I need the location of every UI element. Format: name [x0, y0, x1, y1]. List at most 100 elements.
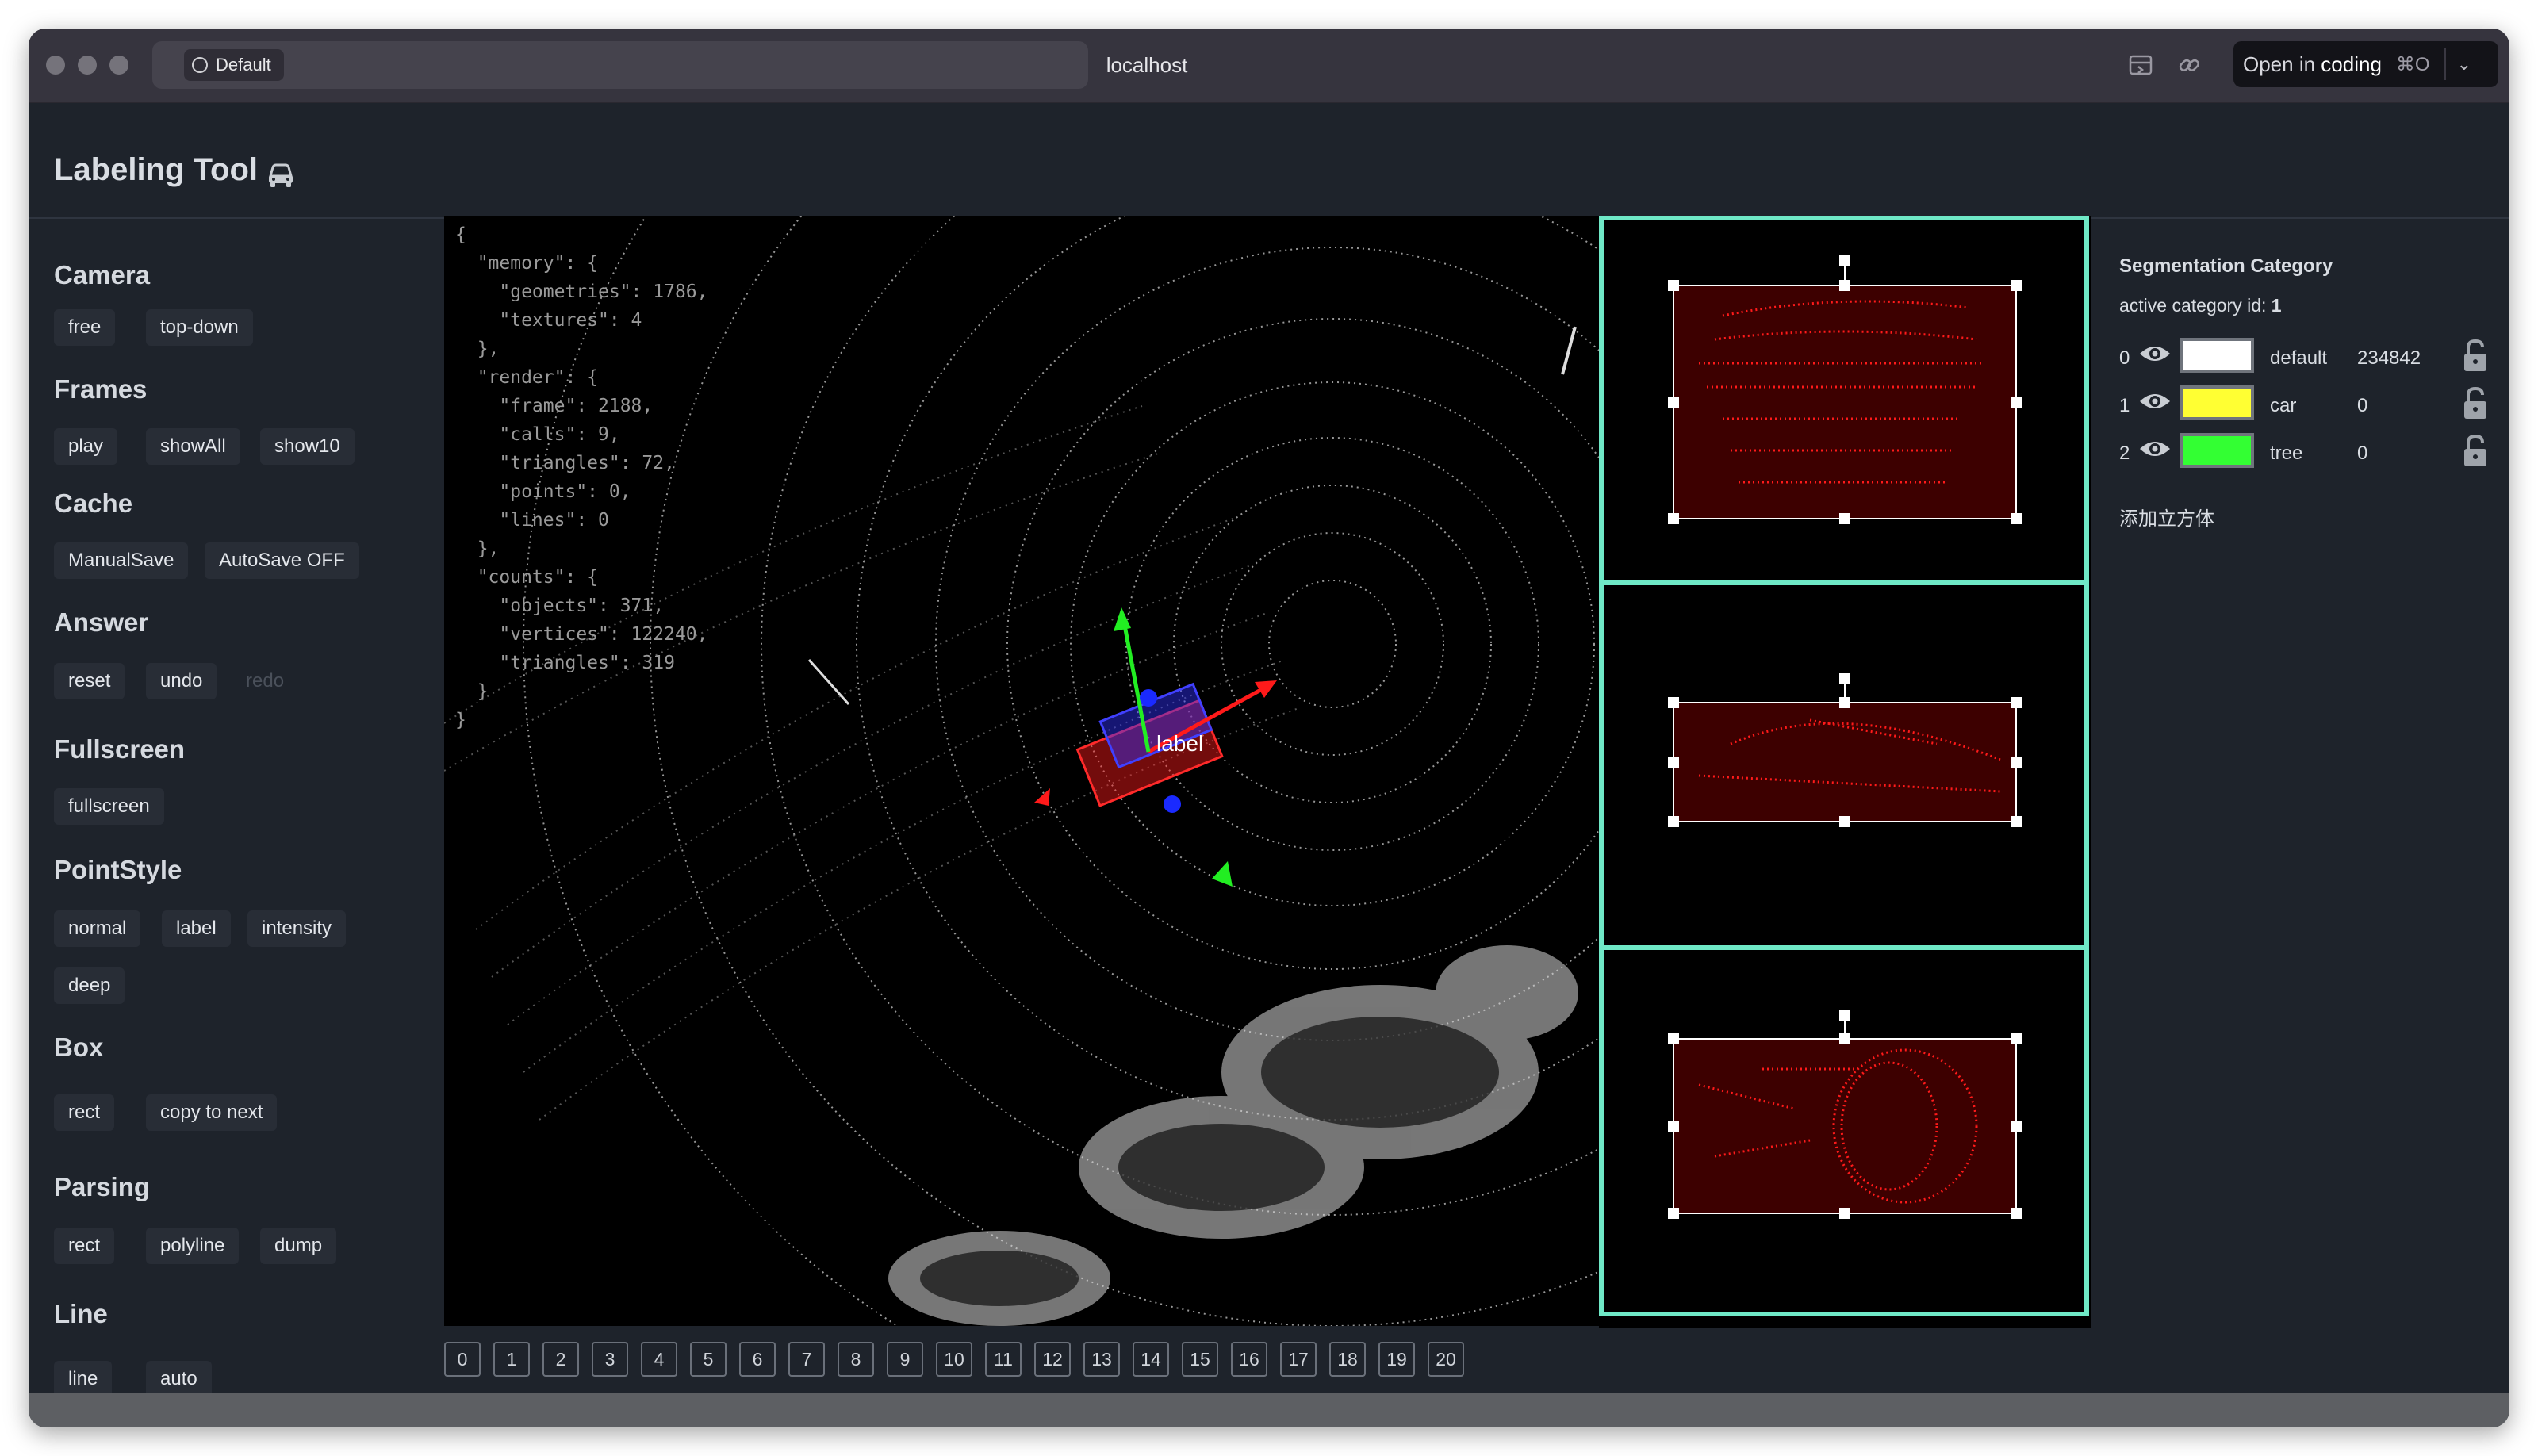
section-title-frames: Frames [54, 374, 148, 404]
frame-button-1[interactable]: 1 [493, 1342, 530, 1377]
category-row[interactable]: 2 tree 0 [2119, 433, 2500, 471]
undo-button[interactable]: undo [146, 663, 217, 699]
section-title-fullscreen: Fullscreen [54, 734, 186, 764]
bottom-bar [29, 1393, 2509, 1427]
lock-icon[interactable] [2462, 385, 2489, 420]
frame-button-10[interactable]: 10 [936, 1342, 972, 1377]
reset-button[interactable]: reset [54, 663, 125, 699]
category-row[interactable]: 1 car 0 [2119, 385, 2500, 423]
frame-button-0[interactable]: 0 [444, 1342, 481, 1377]
frames-show-all-button[interactable]: showAll [146, 428, 240, 465]
camera-free-button[interactable]: free [54, 309, 116, 346]
profile-button[interactable]: Default [184, 49, 284, 81]
add-cuboid-link[interactable]: 添加立方体 [2119, 503, 2214, 531]
category-count: 0 [2357, 443, 2368, 464]
section-title-parsing: Parsing [54, 1172, 151, 1201]
lock-icon[interactable] [2462, 433, 2489, 468]
frame-button-16[interactable]: 16 [1231, 1342, 1267, 1377]
parsing-polyline-button[interactable]: polyline [146, 1228, 240, 1264]
chevron-down-icon[interactable]: ⌄ [2457, 54, 2471, 75]
category-id: 2 [2119, 443, 2130, 464]
zoom-window-button[interactable] [109, 56, 128, 75]
link-icon[interactable] [2175, 51, 2203, 79]
pointstyle-normal-button[interactable]: normal [54, 910, 141, 947]
minimize-window-button[interactable] [78, 56, 97, 75]
section-title-pointstyle: PointStyle [54, 855, 182, 884]
section-title-line: Line [54, 1299, 108, 1328]
frame-button-20[interactable]: 20 [1428, 1342, 1464, 1377]
projection-views [1599, 216, 2091, 1328]
frame-button-18[interactable]: 18 [1329, 1342, 1366, 1377]
category-id: 0 [2119, 347, 2130, 369]
frame-button-5[interactable]: 5 [690, 1342, 727, 1377]
frames-show10-button[interactable]: show10 [260, 428, 355, 465]
browser-titlebar: Default localhost Open in coding ⌘O ⌄ [29, 29, 2509, 103]
frame-button-15[interactable]: 15 [1182, 1342, 1218, 1377]
browser-window: Default localhost Open in coding ⌘O ⌄ La… [29, 29, 2509, 1427]
pointstyle-intensity-button[interactable]: intensity [247, 910, 347, 947]
autosave-toggle-button[interactable]: AutoSave OFF [205, 542, 359, 579]
pointstyle-deep-button[interactable]: deep [54, 967, 125, 1004]
open-in-coding-button[interactable]: Open in coding ⌘O ⌄ [2233, 41, 2498, 87]
category-count: 234842 [2357, 347, 2421, 369]
side-view-panel[interactable] [1599, 580, 2089, 952]
category-row[interactable]: 0 default 234842 [2119, 338, 2500, 376]
eye-icon[interactable] [2138, 389, 2172, 414]
category-name: car [2270, 395, 2297, 416]
profile-icon [192, 57, 208, 73]
address-bar[interactable] [152, 41, 1088, 89]
parsing-dump-button[interactable]: dump [260, 1228, 337, 1264]
eye-icon[interactable] [2138, 341, 2172, 366]
car-icon [269, 163, 293, 187]
frame-button-12[interactable]: 12 [1034, 1342, 1071, 1377]
top-view-panel[interactable] [1599, 216, 2089, 587]
manual-save-button[interactable]: ManualSave [54, 542, 189, 579]
top-view-box[interactable] [1604, 220, 2084, 582]
frame-button-3[interactable]: 3 [592, 1342, 628, 1377]
url-text[interactable]: localhost [980, 29, 1313, 102]
camera-top-down-button[interactable]: top-down [146, 309, 253, 346]
category-color-swatch[interactable] [2180, 385, 2254, 420]
copy-to-next-button[interactable]: copy to next [146, 1094, 278, 1131]
side-view-box[interactable] [1604, 585, 2084, 947]
eye-icon[interactable] [2138, 436, 2172, 462]
fullscreen-button[interactable]: fullscreen [54, 788, 164, 825]
box-rect-button[interactable]: rect [54, 1094, 115, 1131]
section-title-answer: Answer [54, 607, 149, 637]
box-label-text: label [1156, 731, 1204, 756]
category-count: 0 [2357, 395, 2368, 416]
pointstyle-label-button[interactable]: label [162, 910, 231, 947]
frame-button-7[interactable]: 7 [788, 1342, 825, 1377]
redo-button[interactable]: redo [232, 663, 298, 699]
profile-label: Default [216, 55, 271, 75]
segmentation-title: Segmentation Category [2119, 255, 2333, 277]
front-view-panel[interactable] [1599, 945, 2089, 1316]
lock-icon[interactable] [2462, 338, 2489, 373]
close-window-button[interactable] [46, 56, 65, 75]
frame-button-2[interactable]: 2 [542, 1342, 579, 1377]
sidebar-toggle-icon[interactable] [2127, 51, 2156, 79]
frame-button-4[interactable]: 4 [641, 1342, 677, 1377]
pointcloud-viewport[interactable]: { "memory": { "geometries": 1786, "textu… [444, 216, 1599, 1326]
frame-button-11[interactable]: 11 [985, 1342, 1022, 1377]
app-title: Labeling Tool [54, 152, 259, 187]
control-sidebar: Camera free top-down Frames play showAll… [29, 219, 441, 1408]
category-name: tree [2270, 443, 2303, 464]
section-title-camera: Camera [54, 260, 151, 289]
frames-play-button[interactable]: play [54, 428, 118, 465]
category-color-swatch[interactable] [2180, 338, 2254, 373]
front-view-box[interactable] [1604, 950, 2084, 1312]
frame-button-9[interactable]: 9 [887, 1342, 923, 1377]
frame-button-6[interactable]: 6 [739, 1342, 776, 1377]
frame-button-13[interactable]: 13 [1083, 1342, 1120, 1377]
shortcut-label: ⌘O [2395, 53, 2430, 75]
frame-button-14[interactable]: 14 [1133, 1342, 1169, 1377]
category-id: 1 [2119, 395, 2130, 416]
frame-button-19[interactable]: 19 [1378, 1342, 1415, 1377]
frame-button-8[interactable]: 8 [838, 1342, 874, 1377]
frame-button-17[interactable]: 17 [1280, 1342, 1317, 1377]
parsing-rect-button[interactable]: rect [54, 1228, 115, 1264]
section-title-box: Box [54, 1033, 104, 1062]
category-color-swatch[interactable] [2180, 433, 2254, 468]
open-in-label: Open in coding [2243, 52, 2382, 76]
